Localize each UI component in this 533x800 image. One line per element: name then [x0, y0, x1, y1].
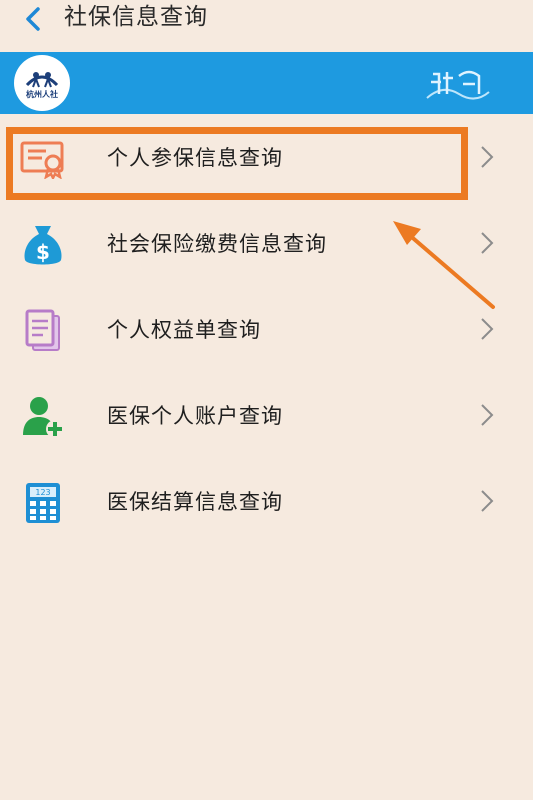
- logo-text: 杭州人社: [26, 89, 58, 99]
- menu-item-rights-statement[interactable]: 个人权益单查询: [0, 286, 533, 372]
- money-bag-icon: $: [20, 222, 66, 268]
- menu-item-label: 个人参保信息查询: [107, 146, 283, 170]
- user-add-icon: [20, 394, 66, 440]
- menu-item-medical-account[interactable]: 医保个人账户查询: [0, 372, 533, 458]
- logo-emblem-icon: [25, 71, 59, 87]
- menu-item-medical-settlement[interactable]: 123 医保结算信息查询: [0, 458, 533, 544]
- chevron-left-icon: [26, 7, 40, 31]
- chevron-right-icon: [481, 404, 494, 426]
- menu-item-personal-insurance[interactable]: 个人参保信息查询: [0, 114, 533, 200]
- banner-decoration-icon: [426, 70, 490, 100]
- menu-item-payment-info[interactable]: $ 社会保险缴费信息查询: [0, 200, 533, 286]
- hangzhou-hrss-logo: 杭州人社: [14, 55, 70, 111]
- banner: 杭州人社: [0, 52, 533, 114]
- menu-list: 个人参保信息查询 $ 社会保险缴费信息查询 个人权益单查询 医保个人账户查询 1…: [0, 114, 533, 544]
- svg-text:123: 123: [35, 488, 50, 497]
- menu-item-label: 个人权益单查询: [107, 318, 261, 342]
- back-button[interactable]: [14, 4, 52, 34]
- document-copy-icon: [20, 308, 66, 354]
- svg-text:$: $: [36, 240, 50, 264]
- menu-item-label: 医保个人账户查询: [107, 404, 283, 428]
- menu-item-label: 社会保险缴费信息查询: [107, 232, 327, 256]
- chevron-right-icon: [481, 146, 494, 168]
- chevron-right-icon: [481, 318, 494, 340]
- certificate-icon: [20, 136, 66, 182]
- menu-item-label: 医保结算信息查询: [107, 490, 283, 514]
- chevron-right-icon: [481, 232, 494, 254]
- header: 社保信息查询: [0, 0, 533, 52]
- chevron-right-icon: [481, 490, 494, 512]
- calculator-icon: 123: [20, 480, 66, 526]
- page-title: 社保信息查询: [64, 4, 208, 30]
- screen: 社保信息查询 杭州人社 个人参保信息查询 $ 社会保险缴费信息查询 个人权益单查…: [0, 0, 533, 800]
